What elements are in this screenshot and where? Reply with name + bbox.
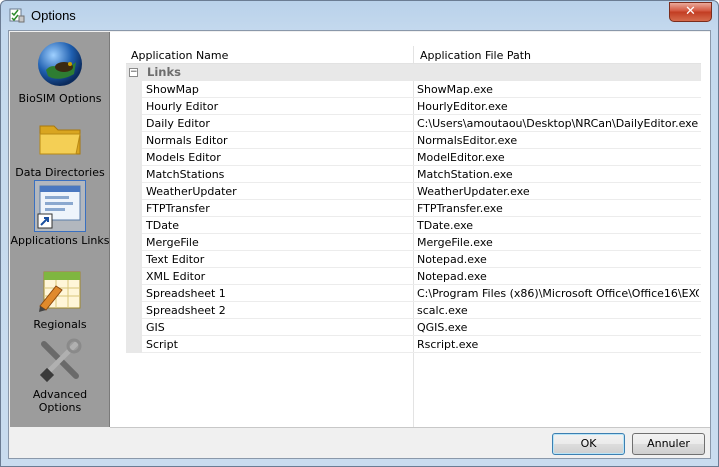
table-row[interactable]: GIS QGIS.exe (126, 319, 701, 336)
application-name-cell[interactable]: Normals Editor (146, 134, 228, 147)
table-row[interactable]: TDate TDate.exe (126, 217, 701, 234)
row-gutter (126, 166, 142, 183)
application-name-cell[interactable]: XML Editor (146, 270, 205, 283)
row-gutter (126, 319, 142, 336)
application-name-cell[interactable]: GIS (146, 321, 165, 334)
footer-divider (110, 427, 710, 428)
grid-header: Application Name Application File Path (126, 46, 701, 64)
ok-button[interactable]: OK (552, 433, 625, 455)
application-name-cell[interactable]: MergeFile (146, 236, 199, 249)
application-path-cell[interactable]: ModelEditor.exe (417, 151, 699, 164)
row-gutter (126, 302, 142, 319)
application-path-cell[interactable]: QGIS.exe (417, 321, 699, 334)
table-row[interactable]: Daily Editor C:\Users\amoutaou\Desktop\NR… (126, 115, 701, 132)
application-name-cell[interactable]: Hourly Editor (146, 100, 218, 113)
row-gutter (126, 132, 142, 149)
table-row[interactable]: MatchStations MatchStation.exe (126, 166, 701, 183)
row-gutter (126, 268, 142, 285)
row-gutter (126, 98, 142, 115)
application-name-cell[interactable]: TDate (146, 219, 179, 232)
application-name-cell[interactable]: ShowMap (146, 83, 199, 96)
application-links-panel: Application Name Application File Path −… (110, 32, 710, 427)
application-name-cell[interactable]: WeatherUpdater (146, 185, 237, 198)
sidebar-item-data-directories[interactable]: Data Directories (10, 112, 110, 179)
sidebar-item-label: Regionals (33, 318, 87, 331)
sidebar-item-biosim-options[interactable]: BioSIM Options (10, 38, 110, 105)
table-row[interactable]: Text Editor Notepad.exe (126, 251, 701, 268)
application-path-cell[interactable]: C:\Program Files (x86)\Microsoft Office\… (417, 287, 699, 300)
application-name-cell[interactable]: Spreadsheet 1 (146, 287, 226, 300)
row-gutter (126, 81, 142, 98)
application-path-cell[interactable]: MergeFile.exe (417, 236, 699, 249)
sidebar-item-advanced-options[interactable]: Advanced Options (10, 334, 110, 414)
table-row[interactable]: XML Editor Notepad.exe (126, 268, 701, 285)
table-row[interactable]: ShowMap ShowMap.exe (126, 81, 701, 98)
table-row[interactable]: Models Editor ModelEditor.exe (126, 149, 701, 166)
sidebar-item-regionals[interactable]: Regionals (10, 264, 110, 331)
category-links[interactable]: − Links (126, 64, 701, 81)
table-row[interactable]: Spreadsheet 2 scalc.exe (126, 302, 701, 319)
application-name-cell[interactable]: Spreadsheet 2 (146, 304, 226, 317)
application-path-cell[interactable]: scalc.exe (417, 304, 699, 317)
close-button[interactable]: ✕ (669, 2, 712, 22)
application-path-cell[interactable]: C:\Users\amoutaou\Desktop\NRCan\DailyEdi… (417, 117, 699, 130)
table-row[interactable]: FTPTransfer FTPTransfer.exe (126, 200, 701, 217)
sidebar-item-label: Applications Links (10, 234, 110, 247)
cancel-button[interactable]: Annuler (632, 433, 705, 455)
row-gutter (126, 251, 142, 268)
application-path-cell[interactable]: FTPTransfer.exe (417, 202, 699, 215)
application-path-cell[interactable]: TDate.exe (417, 219, 699, 232)
row-gutter (126, 285, 142, 302)
folder-icon (39, 125, 81, 155)
category-label: Links (147, 65, 181, 79)
column-header-application-file-path[interactable]: Application File Path (420, 49, 531, 62)
application-name-cell[interactable]: Text Editor (146, 253, 204, 266)
row-gutter (126, 115, 142, 132)
application-path-cell[interactable]: ShowMap.exe (417, 83, 699, 96)
application-path-cell[interactable]: NormalsEditor.exe (417, 134, 699, 147)
table-row[interactable]: Script Rscript.exe (126, 336, 701, 353)
application-link-icon (37, 185, 81, 229)
table-row[interactable]: Hourly Editor HourlyEditor.exe (126, 98, 701, 115)
application-path-cell[interactable]: Notepad.exe (417, 270, 699, 283)
row-gutter (126, 149, 142, 166)
application-name-cell[interactable]: Script (146, 338, 178, 351)
calendar-icon (39, 271, 81, 312)
row-gutter (126, 336, 142, 353)
row-gutter (126, 200, 142, 217)
biosim-globe-icon (38, 42, 82, 86)
application-path-cell[interactable]: HourlyEditor.exe (417, 100, 699, 113)
options-window: Options ✕ BioSIM Options Data Directorie… (0, 0, 719, 467)
title-bar[interactable]: Options ✕ (1, 1, 718, 30)
application-name-cell[interactable]: FTPTransfer (146, 202, 210, 215)
options-sidebar: BioSIM Options Data Directories Applicat… (10, 32, 110, 427)
application-path-cell[interactable]: WeatherUpdater.exe (417, 185, 699, 198)
row-gutter (126, 217, 142, 234)
collapse-toggle-icon[interactable]: − (129, 68, 138, 77)
tools-icon (39, 338, 82, 383)
dialog-body: BioSIM Options Data Directories Applicat… (8, 30, 711, 459)
application-path-cell[interactable]: MatchStation.exe (417, 168, 699, 181)
window-title: Options (31, 8, 76, 23)
column-header-application-name[interactable]: Application Name (131, 49, 228, 62)
table-row[interactable]: Spreadsheet 1 C:\Program Files (x86)\Micr… (126, 285, 701, 302)
application-path-cell[interactable]: Notepad.exe (417, 253, 699, 266)
application-name-cell[interactable]: Daily Editor (146, 117, 210, 130)
table-row[interactable]: Normals Editor NormalsEditor.exe (126, 132, 701, 149)
options-checklist-icon (9, 8, 25, 23)
application-path-cell[interactable]: Rscript.exe (417, 338, 699, 351)
row-gutter (126, 183, 142, 200)
sidebar-item-label: Advanced Options (32, 388, 88, 414)
sidebar-item-applications-links[interactable]: Applications Links (10, 180, 110, 247)
application-name-cell[interactable]: MatchStations (146, 168, 224, 181)
grid-rows: ShowMap ShowMap.exe Hourly Editor HourlyEdi… (126, 81, 701, 353)
application-name-cell[interactable]: Models Editor (146, 151, 221, 164)
property-grid: Application Name Application File Path −… (126, 46, 701, 427)
table-row[interactable]: WeatherUpdater WeatherUpdater.exe (126, 183, 701, 200)
table-row[interactable]: MergeFile MergeFile.exe (126, 234, 701, 251)
sidebar-item-label: Data Directories (15, 166, 105, 179)
sidebar-item-label: BioSIM Options (18, 92, 102, 105)
row-gutter (126, 234, 142, 251)
